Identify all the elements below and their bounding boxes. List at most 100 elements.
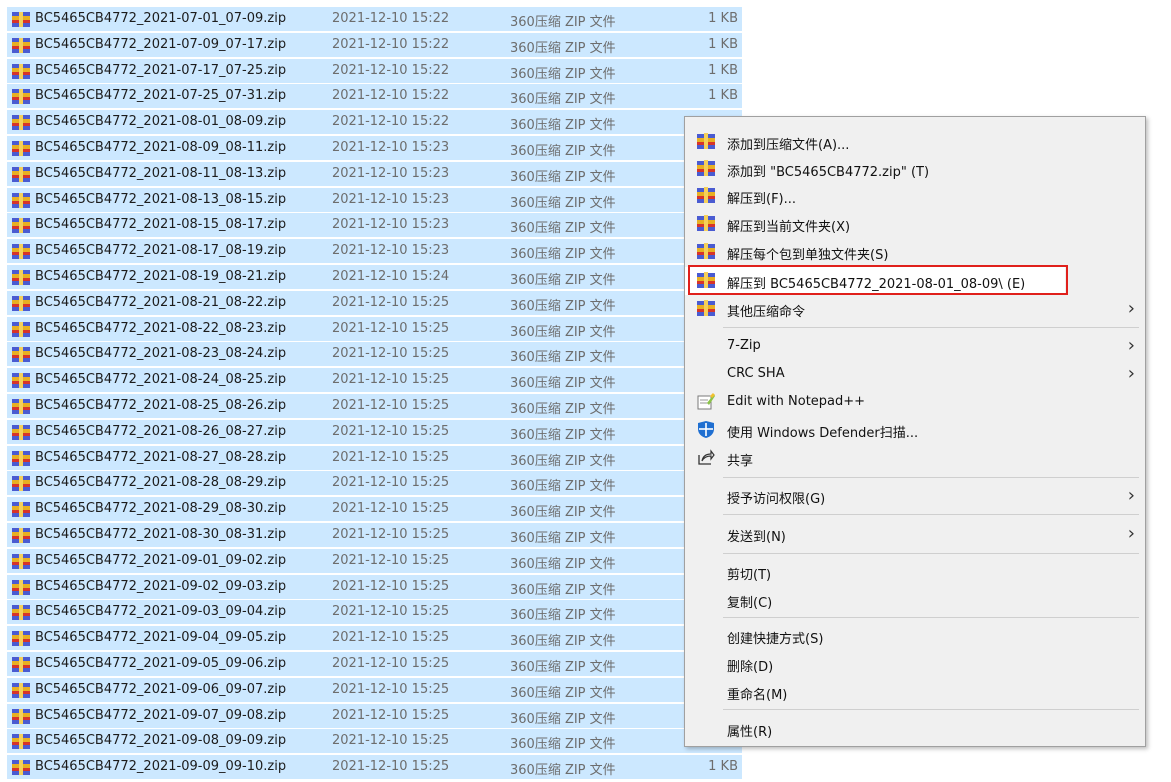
file-row[interactable]: BC5465CB4772_2021-07-09_07-17.zip 2021-12…	[0, 32, 742, 58]
menu-item-add-to-archive[interactable]: 添加到压缩文件(A)...	[685, 128, 1145, 156]
file-row[interactable]: BC5465CB4772_2021-08-13_08-15.zip 2021-12…	[0, 187, 742, 213]
file-date: 2021-12-10 15:25	[332, 759, 450, 775]
file-size: 1 KB	[708, 88, 738, 104]
winzip-archive-icon	[12, 734, 30, 750]
menu-item-label: 其他压缩命令	[727, 305, 806, 320]
winzip-icon	[697, 160, 715, 177]
file-type: 360压缩 ZIP 文件	[510, 634, 616, 650]
file-row[interactable]: BC5465CB4772_2021-08-26_08-27.zip 2021-12…	[0, 419, 742, 445]
file-row[interactable]: BC5465CB4772_2021-08-19_08-21.zip 2021-12…	[0, 264, 742, 290]
file-name: BC5465CB4772_2021-07-01_07-09.zip	[35, 11, 287, 26]
menu-item-label: 属性(R)	[727, 725, 773, 740]
file-name: BC5465CB4772_2021-08-26_08-27.zip	[35, 423, 287, 439]
menu-item-edit-notepadpp[interactable]: Edit with Notepad++	[685, 388, 1145, 416]
file-row[interactable]: BC5465CB4772_2021-08-17_08-19.zip 2021-12…	[0, 238, 742, 264]
file-row[interactable]: BC5465CB4772_2021-08-23_08-24.zip 2021-12…	[0, 341, 742, 367]
file-date: 2021-12-10 15:25	[332, 552, 450, 568]
file-date: 2021-12-10 15:22	[332, 11, 450, 26]
file-date: 2021-12-10 15:25	[332, 397, 450, 413]
file-row[interactable]: BC5465CB4772_2021-08-01_08-09.zip 2021-12…	[0, 109, 742, 135]
menu-item-delete[interactable]: 删除(D)	[685, 650, 1145, 678]
file-row[interactable]: BC5465CB4772_2021-07-17_07-25.zip 2021-12…	[0, 58, 742, 84]
file-row[interactable]: BC5465CB4772_2021-09-06_09-07.zip 2021-12…	[0, 677, 742, 703]
file-type: 360压缩 ZIP 文件	[510, 195, 616, 211]
file-row[interactable]: BC5465CB4772_2021-08-15_08-17.zip 2021-12…	[0, 212, 742, 238]
menu-item-label: 解压到当前文件夹(X)	[727, 220, 851, 235]
menu-item-send-to[interactable]: 发送到(N) ›	[685, 520, 1145, 548]
file-row[interactable]: BC5465CB4772_2021-09-02_09-03.zip 2021-12…	[0, 574, 742, 600]
file-type: 360压缩 ZIP 文件	[510, 40, 616, 56]
menu-item-properties[interactable]: 属性(R)	[685, 715, 1145, 743]
menu-item-add-to-named-zip[interactable]: 添加到 "BC5465CB4772.zip" (T)	[685, 155, 1145, 183]
menu-item-copy[interactable]: 复制(C)	[685, 586, 1145, 614]
menu-item-cut[interactable]: 剪切(T)	[685, 558, 1145, 586]
file-name: BC5465CB4772_2021-08-19_08-21.zip	[35, 268, 287, 284]
menu-item-label: 创建快捷方式(S)	[727, 632, 824, 647]
chevron-right-icon: ›	[1127, 298, 1135, 319]
file-row[interactable]: BC5465CB4772_2021-08-11_08-13.zip 2021-12…	[0, 161, 742, 187]
file-name: BC5465CB4772_2021-08-22_08-23.zip	[35, 320, 287, 336]
menu-item-extract-each[interactable]: 解压每个包到单独文件夹(S)	[685, 238, 1145, 266]
menu-item-extract-to[interactable]: 解压到(F)...	[685, 182, 1145, 210]
notepad-plus-plus-icon	[697, 393, 715, 410]
file-row[interactable]: BC5465CB4772_2021-09-01_09-02.zip 2021-12…	[0, 548, 742, 574]
file-row[interactable]: BC5465CB4772_2021-08-30_08-31.zip 2021-12…	[0, 522, 742, 548]
winzip-icon	[697, 133, 715, 150]
file-row[interactable]: BC5465CB4772_2021-08-25_08-26.zip 2021-12…	[0, 393, 742, 419]
file-row[interactable]: BC5465CB4772_2021-09-09_09-10.zip 2021-12…	[0, 754, 742, 780]
share-icon	[697, 449, 715, 466]
menu-item-rename[interactable]: 重命名(M)	[685, 678, 1145, 706]
menu-item-label: CRC SHA	[727, 366, 785, 381]
menu-item-grant-access[interactable]: 授予访问权限(G) ›	[685, 482, 1145, 510]
file-date: 2021-12-10 15:25	[332, 733, 450, 749]
file-row[interactable]: BC5465CB4772_2021-09-05_09-06.zip 2021-12…	[0, 651, 742, 677]
menu-item-extract-to-folder[interactable]: 解压到 BC5465CB4772_2021-08-01_08-09\ (E)	[685, 267, 1065, 295]
file-row[interactable]: BC5465CB4772_2021-09-08_09-09.zip 2021-12…	[0, 728, 742, 754]
file-name: BC5465CB4772_2021-09-09_09-10.zip	[35, 759, 287, 775]
file-row[interactable]: BC5465CB4772_2021-08-21_08-22.zip 2021-12…	[0, 290, 742, 316]
file-name: BC5465CB4772_2021-09-06_09-07.zip	[35, 681, 287, 697]
menu-item-label: 授予访问权限(G)	[727, 492, 826, 507]
menu-item-extract-here[interactable]: 解压到当前文件夹(X)	[685, 210, 1145, 238]
file-row[interactable]: BC5465CB4772_2021-09-03_09-04.zip 2021-12…	[0, 599, 742, 625]
menu-item-share[interactable]: 共享	[685, 444, 1145, 472]
file-row[interactable]: BC5465CB4772_2021-07-25_07-31.zip 2021-12…	[0, 83, 742, 109]
file-date: 2021-12-10 15:25	[332, 681, 450, 697]
file-type: 360压缩 ZIP 文件	[510, 659, 616, 675]
file-name: BC5465CB4772_2021-08-21_08-22.zip	[35, 294, 287, 310]
menu-item-label: 共享	[727, 454, 754, 469]
menu-item-label: 添加到 "BC5465CB4772.zip" (T)	[727, 165, 930, 180]
file-date: 2021-12-10 15:23	[332, 217, 450, 233]
file-row[interactable]: BC5465CB4772_2021-08-29_08-30.zip 2021-12…	[0, 496, 742, 522]
file-name: BC5465CB4772_2021-08-17_08-19.zip	[35, 243, 287, 259]
menu-item-create-shortcut[interactable]: 创建快捷方式(S)	[685, 622, 1145, 650]
file-row[interactable]: BC5465CB4772_2021-08-09_08-11.zip 2021-12…	[0, 135, 742, 161]
winzip-archive-icon	[12, 605, 30, 621]
menu-item-label: Edit with Notepad++	[727, 394, 866, 409]
file-name: BC5465CB4772_2021-08-23_08-24.zip	[35, 346, 287, 362]
file-row[interactable]: BC5465CB4772_2021-08-22_08-23.zip 2021-12…	[0, 316, 742, 342]
file-date: 2021-12-10 15:25	[332, 707, 450, 723]
winzip-archive-icon	[12, 579, 30, 595]
winzip-archive-icon	[12, 476, 30, 492]
file-date: 2021-12-10 15:23	[332, 191, 450, 207]
file-row[interactable]: BC5465CB4772_2021-08-28_08-29.zip 2021-12…	[0, 470, 742, 496]
file-type: 360压缩 ZIP 文件	[510, 169, 616, 185]
winzip-archive-icon	[12, 398, 30, 414]
menu-separator	[723, 327, 1139, 328]
file-row[interactable]: BC5465CB4772_2021-09-04_09-05.zip 2021-12…	[0, 625, 742, 651]
menu-item-windows-defender[interactable]: 使用 Windows Defender扫描...	[685, 416, 1145, 444]
file-row[interactable]: BC5465CB4772_2021-08-24_08-25.zip 2021-12…	[0, 367, 742, 393]
menu-item-other-commands[interactable]: 其他压缩命令 ›	[685, 295, 1145, 323]
winzip-archive-icon	[12, 553, 30, 569]
file-date: 2021-12-10 15:25	[332, 630, 450, 646]
file-name: BC5465CB4772_2021-07-09_07-17.zip	[35, 36, 287, 52]
file-row[interactable]: BC5465CB4772_2021-08-27_08-28.zip 2021-12…	[0, 445, 742, 471]
file-size: 1 KB	[708, 36, 738, 52]
file-size: 1 KB	[708, 11, 738, 26]
file-row[interactable]: BC5465CB4772_2021-07-01_07-09.zip 2021-12…	[0, 6, 742, 32]
file-type: 360压缩 ZIP 文件	[510, 711, 616, 727]
file-row[interactable]: BC5465CB4772_2021-09-07_09-08.zip 2021-12…	[0, 703, 742, 729]
menu-item-crc-sha[interactable]: CRC SHA ›	[685, 360, 1145, 388]
menu-item-7zip[interactable]: 7-Zip ›	[685, 332, 1145, 360]
